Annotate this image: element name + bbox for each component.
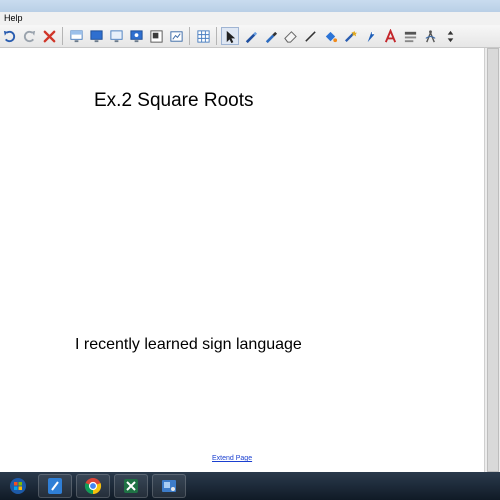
record-icon[interactable] — [127, 27, 145, 45]
toolbar — [0, 25, 500, 48]
vertical-scrollbar[interactable] — [484, 48, 500, 472]
select-arrow-icon[interactable] — [221, 27, 239, 45]
fill-icon[interactable] — [321, 27, 339, 45]
creative-pen-icon[interactable] — [361, 27, 379, 45]
menu-help[interactable]: Help — [0, 13, 23, 23]
toolbar-separator — [216, 27, 217, 45]
monitor-icon[interactable] — [107, 27, 125, 45]
body-text: I recently learned sign language — [75, 336, 302, 353]
page-title: Ex.2 Square Roots — [94, 90, 254, 111]
magic-pen-icon[interactable] — [341, 27, 359, 45]
eraser-icon[interactable] — [281, 27, 299, 45]
font-format-icon[interactable] — [401, 27, 419, 45]
undo-icon[interactable] — [0, 27, 18, 45]
display-icon[interactable] — [87, 27, 105, 45]
extend-page-link[interactable]: Extend Page — [212, 455, 252, 462]
whiteboard-canvas[interactable]: Ex.2 Square Roots I recently learned sig… — [0, 48, 484, 472]
text-icon[interactable] — [381, 27, 399, 45]
excel-icon[interactable] — [114, 474, 148, 498]
delete-icon[interactable] — [40, 27, 58, 45]
window-title-strip — [0, 0, 500, 12]
capture-icon[interactable] — [167, 27, 185, 45]
highlighter-icon[interactable] — [261, 27, 279, 45]
redo-icon[interactable] — [20, 27, 38, 45]
table-icon[interactable] — [194, 27, 212, 45]
chrome-icon[interactable] — [76, 474, 110, 498]
start-icon[interactable] — [2, 474, 34, 498]
line-icon[interactable] — [301, 27, 319, 45]
notebook-app-icon[interactable] — [38, 474, 72, 498]
pen-icon[interactable] — [241, 27, 259, 45]
recorder-app-icon[interactable] — [152, 474, 186, 498]
more-icon[interactable] — [441, 27, 459, 45]
taskbar — [0, 472, 500, 500]
scrollbar-thumb[interactable] — [487, 48, 499, 472]
compass-icon[interactable] — [421, 27, 439, 45]
menu-bar: Help — [0, 12, 500, 26]
screen-shade-icon[interactable] — [67, 27, 85, 45]
toolbar-separator — [62, 27, 63, 45]
toolbar-separator — [189, 27, 190, 45]
image-icon[interactable] — [147, 27, 165, 45]
